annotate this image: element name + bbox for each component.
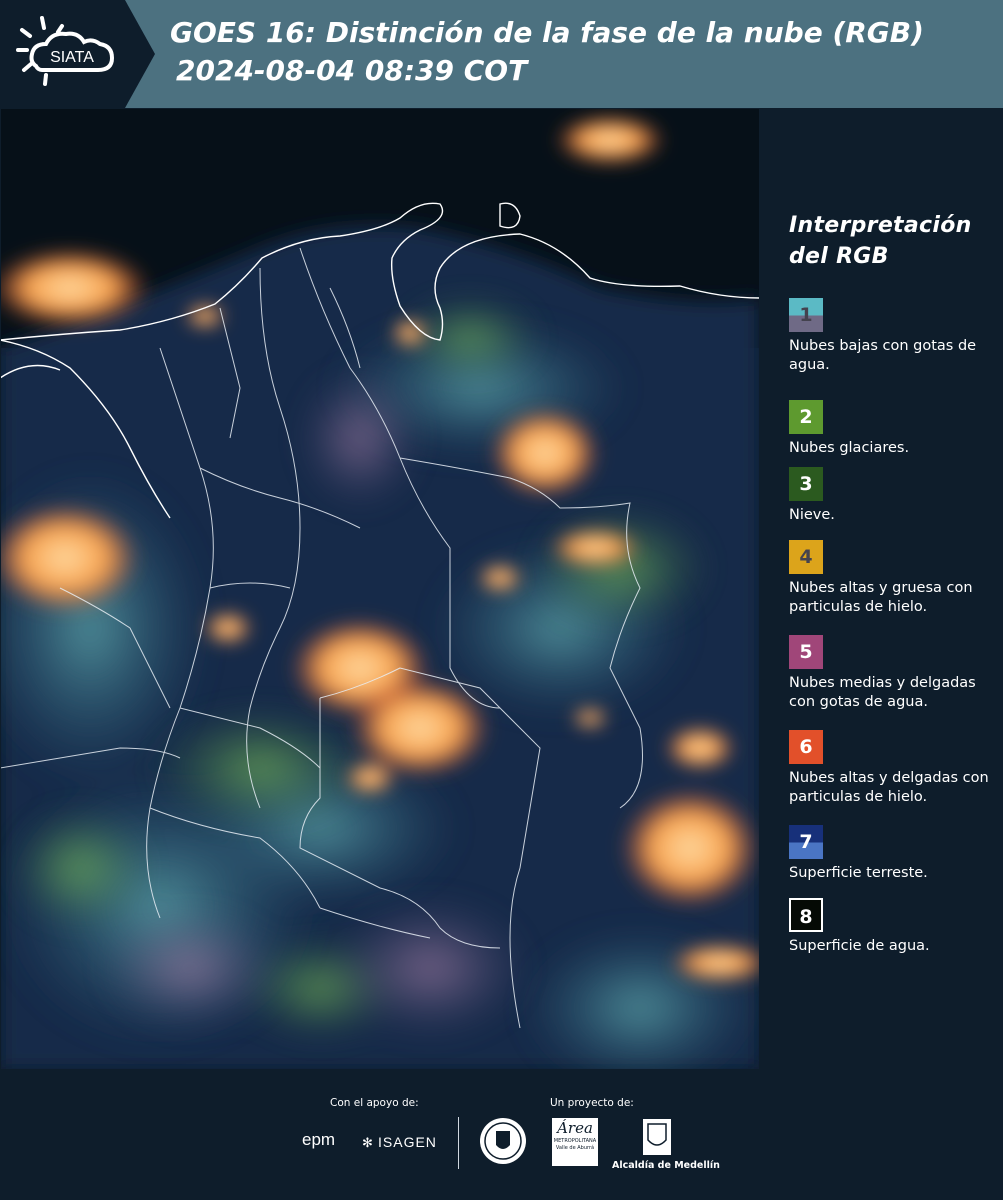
legend-swatch: 3 <box>789 467 823 501</box>
legend-item: 8 Superficie de agua. <box>789 898 999 956</box>
legend-title-line2: del RGB <box>789 244 889 269</box>
title-main: GOES 16: Distinción de la fase de la nub… <box>170 16 924 49</box>
legend-number: 3 <box>799 473 813 495</box>
legend-swatch: 2 <box>789 400 823 434</box>
svg-text:SIATA: SIATA <box>50 49 94 66</box>
project-label: Un proyecto de: <box>550 1097 634 1109</box>
legend-item: 1 Nubes bajas con gotas de agua. <box>789 298 999 375</box>
legend-number: 2 <box>799 406 813 428</box>
legend-number: 5 <box>799 641 813 663</box>
support-label: Con el apoyo de: <box>330 1097 419 1109</box>
legend: Interpretación del RGB 1 Nubes bajas con … <box>775 210 1000 954</box>
legend-swatch: 6 <box>789 730 823 764</box>
legend-swatch: 7 <box>789 825 823 859</box>
area-logo-sub1: METROPOLITANA <box>553 1138 597 1144</box>
legend-label: Nubes glaciares. <box>789 440 910 456</box>
medellin-seal-icon <box>480 1118 526 1164</box>
legend-label: Superficie de agua. <box>789 938 930 954</box>
legend-title-line1: Interpretación <box>789 213 972 238</box>
legend-swatch: 1 <box>789 298 823 332</box>
alcaldia-shield-icon <box>643 1119 671 1155</box>
legend-label: Nubes altas y gruesa con particulas de h… <box>789 580 973 615</box>
legend-label: Nieve. <box>789 507 835 523</box>
legend-item: 2 Nubes glaciares. <box>789 400 999 458</box>
legend-number: 6 <box>799 736 813 758</box>
legend-swatch: 8 <box>789 898 823 932</box>
legend-number: 7 <box>799 831 813 853</box>
legend-swatch: 4 <box>789 540 823 574</box>
title-datetime: 2024-08-04 08:39 COT <box>176 54 528 87</box>
area-metropolitana-logo: Área METROPOLITANA Valle de Aburrá <box>552 1118 598 1166</box>
legend-item: 3 Nieve. <box>789 467 999 525</box>
area-logo-sub2: Valle de Aburrá <box>555 1145 595 1151</box>
legend-number: 4 <box>799 546 813 568</box>
legend-number: 1 <box>799 304 813 326</box>
alcaldia-label: Alcaldía de Medellín <box>612 1160 720 1171</box>
isagen-logo: ✻ ISAGEN <box>362 1134 437 1151</box>
header-bar: SIATA GOES 16: Distinción de la fase de … <box>0 0 1003 108</box>
page-title: GOES 16: Distinción de la fase de la nub… <box>170 14 924 90</box>
footer: Con el apoyo de: Un proyecto de: epm ✻ I… <box>0 1070 1003 1200</box>
area-logo-word: Área <box>557 1119 593 1137</box>
legend-item: 4 Nubes altas y gruesa con particulas de … <box>789 540 999 617</box>
legend-title: Interpretación del RGB <box>789 210 1000 272</box>
legend-label: Superficie terreste. <box>789 865 928 881</box>
footer-divider <box>458 1117 459 1169</box>
legend-item: 7 Superficie terreste. <box>789 825 999 883</box>
legend-item: 5 Nubes medias y delgadas con gotas de ag… <box>789 635 999 712</box>
legend-label: Nubes medias y delgadas con gotas de agu… <box>789 675 976 710</box>
legend-label: Nubes bajas con gotas de agua. <box>789 338 977 373</box>
satellite-map <box>0 108 760 1070</box>
isagen-icon: ✻ <box>362 1136 373 1151</box>
legend-number: 8 <box>799 906 813 928</box>
siata-logo: SIATA <box>0 0 155 108</box>
legend-item: 6 Nubes altas y delgadas con particulas d… <box>789 730 999 807</box>
epm-logo: epm <box>302 1130 336 1149</box>
legend-swatch: 5 <box>789 635 823 669</box>
legend-label: Nubes altas y delgadas con particulas de… <box>789 770 989 805</box>
